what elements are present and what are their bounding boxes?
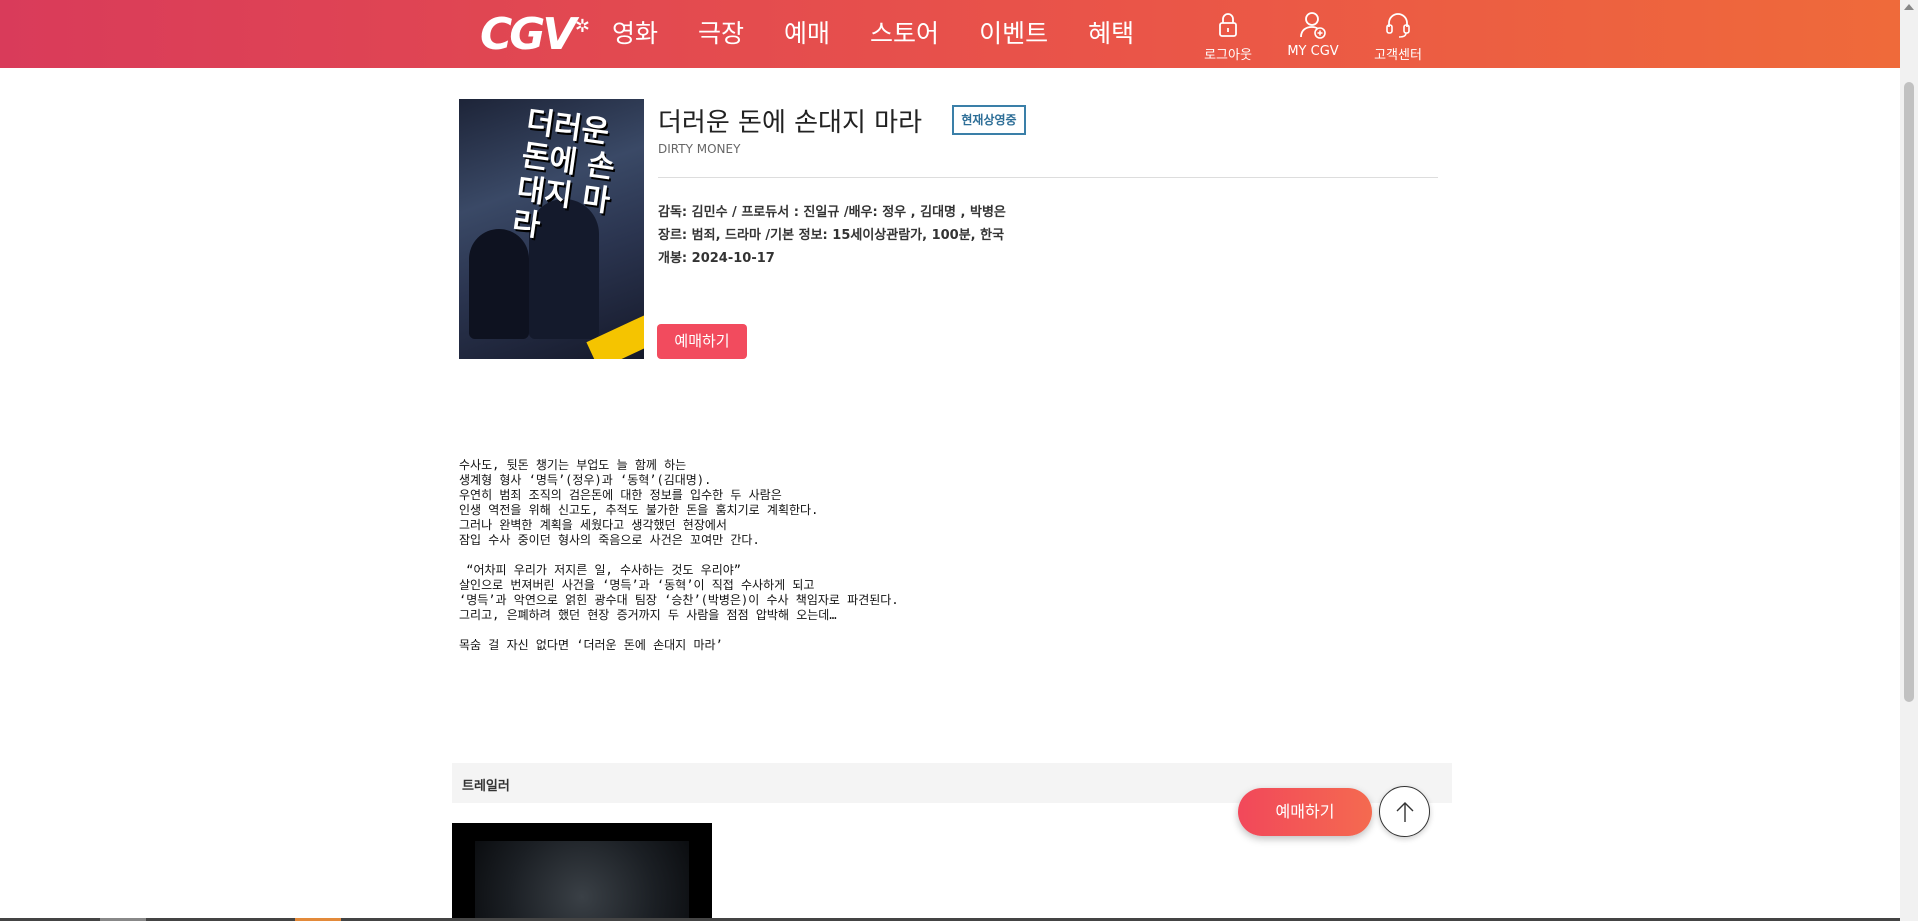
user-plus-icon xyxy=(1300,12,1326,39)
synopsis-line: 그러나 완벽한 계획을 세웠다고 생각했던 현장에서 xyxy=(459,518,727,532)
logout-label: 로그아웃 xyxy=(1204,48,1252,63)
scroll-thumb[interactable] xyxy=(1904,82,1914,702)
synopsis-line xyxy=(459,623,1259,638)
synopsis-line: 목숨 걸 자신 없다면 ‘더러운 돈에 손대지 마라’ xyxy=(459,638,723,652)
movie-english-title: DIRTY MONEY xyxy=(658,142,741,156)
synopsis-line: 잠입 수사 중이던 형사의 죽음으로 사건은 꼬여만 간다. xyxy=(459,533,760,547)
logo-text: CGV xyxy=(480,9,576,60)
info-divider xyxy=(658,177,1438,178)
nav-item-booking[interactable]: 예매 xyxy=(784,14,830,54)
main-nav: 영화 극장 예매 스토어 이벤트 혜택 xyxy=(612,14,1174,54)
synopsis-line: “어차피 우리가 저지른 일, 수사하는 것도 우리야” xyxy=(459,563,742,577)
poster-title-text: 더러운 돈에 손대지 마라 xyxy=(510,104,617,244)
lock-icon xyxy=(1219,13,1237,37)
movie-release-date: 개봉: 2024-10-17 xyxy=(658,251,775,266)
trailer-label: 트레일러 xyxy=(462,779,510,794)
trailer-thumbnail[interactable] xyxy=(452,823,712,921)
synopsis-line: 살인으로 번져버린 사건을 ‘명득’과 ‘동혁’이 직접 수사하게 되고 xyxy=(459,578,815,592)
synopsis-line: ‘명득’과 악연으로 얽힌 광수대 팀장 ‘승찬’(박병은)이 수사 책임자로 … xyxy=(459,593,899,607)
floating-reserve-button[interactable]: 예매하기 xyxy=(1238,788,1372,836)
poster-figure xyxy=(469,229,529,339)
movie-poster: 더러운 돈에 손대지 마라 xyxy=(459,99,644,359)
nav-item-store[interactable]: 스토어 xyxy=(870,14,939,54)
nav-item-movie[interactable]: 영화 xyxy=(612,14,658,54)
arrow-up-icon xyxy=(1396,802,1414,822)
customer-center-label: 고객센터 xyxy=(1374,48,1422,63)
headset-icon xyxy=(1386,13,1410,38)
movie-synopsis: 수사도, 뒷돈 챙기는 부업도 늘 함께 하는 생계형 형사 ‘명득’(정우)과… xyxy=(459,458,1259,653)
status-badge: 현재상영중 xyxy=(952,105,1026,135)
reserve-button[interactable]: 예매하기 xyxy=(657,324,747,359)
nav-item-benefits[interactable]: 혜택 xyxy=(1088,14,1134,54)
trailer-video-frame xyxy=(475,841,689,921)
synopsis-line: 그리고, 은폐하려 했던 현장 증거까지 두 사람을 점점 압박해 오는데… xyxy=(459,608,837,622)
logout-link[interactable]: 로그아웃 xyxy=(1188,10,1268,63)
synopsis-line xyxy=(459,548,1259,563)
customer-center-link[interactable]: 고객센터 xyxy=(1358,10,1438,63)
scroll-to-top-button[interactable] xyxy=(1379,786,1430,837)
synopsis-line: 생계형 형사 ‘명득’(정우)과 ‘동혁’(김대명). xyxy=(459,473,712,487)
my-cgv-label: MY CGV xyxy=(1287,44,1339,59)
synopsis-line: 수사도, 뒷돈 챙기는 부업도 늘 함께 하는 xyxy=(459,458,687,472)
nav-item-event[interactable]: 이벤트 xyxy=(979,14,1048,54)
page-scrollbar[interactable] xyxy=(1900,0,1918,921)
movie-genre-info: 장르: 범죄, 드라마 /기본 정보: 15세이상관람가, 100분, 한국 xyxy=(658,228,1005,243)
my-cgv-link[interactable]: MY CGV xyxy=(1273,10,1353,59)
scroll-up-arrow-icon[interactable] xyxy=(1904,4,1914,10)
synopsis-line: 인생 역전을 위해 신고도, 추적도 불가한 돈을 훔치기로 계획한다. xyxy=(459,503,819,517)
movie-title: 더러운 돈에 손대지 마라 xyxy=(658,108,922,138)
synopsis-line: 우연히 범죄 조직의 검은돈에 대한 정보를 입수한 두 사람은 xyxy=(459,488,782,502)
logo-star-icon: ✲ xyxy=(574,16,590,37)
top-header: CGV ✲ 영화 극장 예매 스토어 이벤트 혜택 로그아웃 MY CGV 고객… xyxy=(0,0,1900,68)
cgv-logo[interactable]: CGV ✲ xyxy=(480,9,590,60)
movie-credits: 감독: 김민수 / 프로듀서 : 진일규 /배우: 정우 , 김대명 , 박병은 xyxy=(658,205,1006,220)
nav-item-theater[interactable]: 극장 xyxy=(698,14,744,54)
